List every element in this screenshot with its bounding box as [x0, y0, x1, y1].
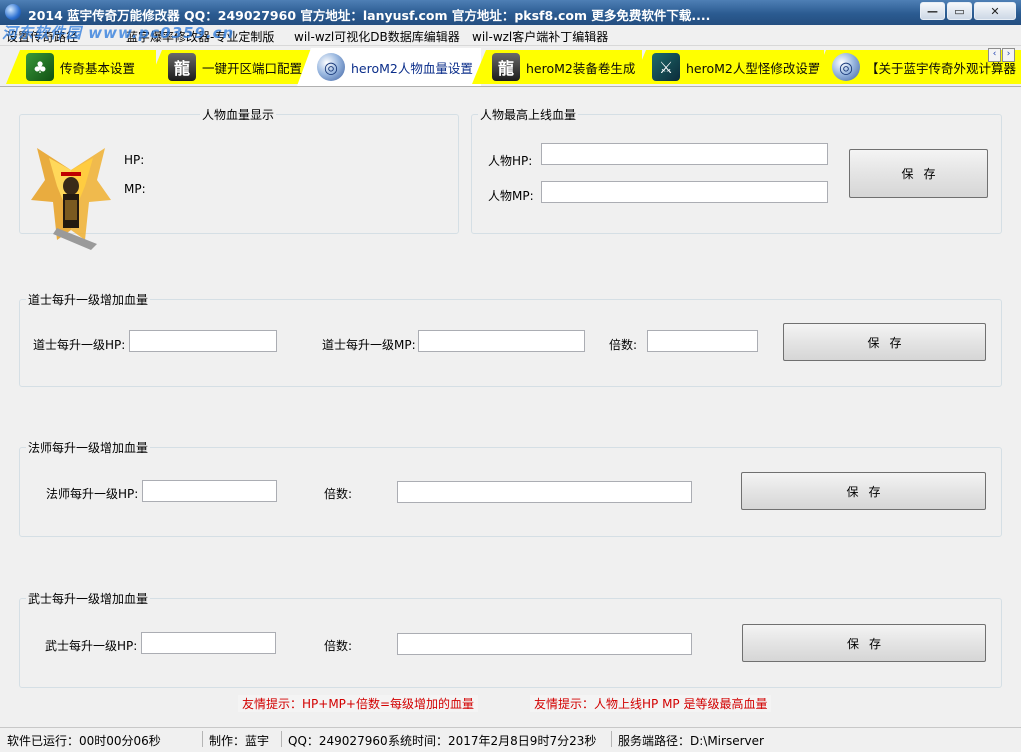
mage-group: 法师每升一级增加血量 法师每升一级HP: 倍数: 保存	[19, 439, 1002, 537]
warrior-mult-label: 倍数:	[324, 639, 353, 653]
tab-port-config[interactable]: 龍 一键开区端口配置	[148, 50, 316, 84]
status-divider	[281, 731, 282, 747]
save-mage-button[interactable]: 保存	[741, 472, 986, 510]
save-max-online-button[interactable]: 保存	[849, 149, 988, 198]
tab-strip: ♣ 传奇基本设置 龍 一键开区端口配置 ◎ heroM2人物血量设置 龍 her…	[0, 46, 1021, 87]
close-button[interactable]: ✕	[974, 2, 1016, 20]
taoist-hp-input[interactable]	[129, 330, 277, 352]
tab-label: heroM2装备卷生成	[526, 60, 636, 76]
group-title: 武士每升一级增加血量	[26, 590, 151, 607]
hp-display-label: HP:	[124, 153, 145, 167]
save-taoist-button[interactable]: 保存	[783, 323, 986, 361]
char-mp-input[interactable]	[541, 181, 828, 203]
tip-hp-formula: 友情提示：HP+MP+倍数=每级增加的血量	[238, 695, 479, 712]
group-title: 人物最高上线血量	[478, 106, 579, 123]
status-divider	[202, 731, 203, 747]
char-hp-label: 人物HP:	[488, 154, 533, 168]
status-runtime: 软件已运行：00时00分06秒	[7, 734, 161, 748]
taoist-hp-label: 道士每升一级HP:	[33, 338, 126, 352]
mage-mult-label: 倍数:	[324, 487, 353, 501]
tip-online-hp: 友情提示：人物上线HP MP 是等级最高血量	[530, 695, 772, 712]
tab-humanoid-monster[interactable]: ⚔ heroM2人型怪修改设置	[632, 50, 824, 84]
tab-hp-settings[interactable]: ◎ heroM2人物血量设置	[297, 48, 481, 86]
char-hp-input[interactable]	[541, 143, 828, 165]
status-qq: QQ：249027960	[288, 734, 388, 748]
tab-label: heroM2人型怪修改设置	[686, 60, 821, 76]
mage-hp-input[interactable]	[142, 480, 277, 502]
mp-display-label: MP:	[124, 182, 146, 196]
minimize-button[interactable]: —	[920, 2, 945, 20]
app-icon	[5, 4, 21, 20]
taoist-mult-label: 倍数:	[609, 338, 638, 352]
max-online-group: 人物最高上线血量 人物HP: 人物MP: 保存	[471, 106, 1002, 234]
menu-item-patch-editor[interactable]: wil-wzl客户端补丁编辑器	[472, 28, 608, 45]
warrior-group: 武士每升一级增加血量 武士每升一级HP: 倍数: 保存	[19, 590, 1002, 688]
maximize-button[interactable]: ▭	[947, 2, 972, 20]
tab-basic-settings[interactable]: ♣ 传奇基本设置	[6, 50, 156, 84]
character-sprite-image	[31, 148, 111, 250]
save-warrior-button[interactable]: 保存	[742, 624, 986, 662]
dragon-icon: 龍	[492, 53, 520, 81]
watermark-logo: 河东软件园 www.pc0359.cn	[2, 24, 235, 42]
tab-label: 传奇基本设置	[60, 60, 136, 76]
group-title: 人物血量显示	[200, 106, 277, 123]
warrior-mult-input[interactable]	[397, 633, 692, 655]
tab-equipment-scroll[interactable]: 龍 heroM2装备卷生成	[472, 50, 642, 84]
tab-scroll-buttons: ‹ ›	[988, 48, 1015, 62]
tree-icon: ♣	[26, 53, 54, 81]
status-system-time: 系统时间：2017年2月8日9时7分23秒	[388, 734, 597, 748]
tab-label: 一键开区端口配置	[202, 60, 303, 76]
char-mp-label: 人物MP:	[488, 189, 534, 203]
tab-scroll-left-icon[interactable]: ‹	[988, 48, 1001, 62]
orb-icon: ◎	[317, 53, 345, 81]
tab-label: heroM2人物血量设置	[351, 60, 473, 76]
taoist-group: 道士每升一级增加血量 道士每升一级HP: 道士每升一级MP: 倍数: 保存	[19, 291, 1002, 387]
warrior-hp-input[interactable]	[141, 632, 276, 654]
group-title: 道士每升一级增加血量	[26, 291, 151, 308]
menu-item-db-editor[interactable]: wil-wzl可视化DB数据库编辑器	[294, 28, 460, 45]
taoist-mp-label: 道士每升一级MP:	[322, 338, 416, 352]
group-title: 法师每升一级增加血量	[26, 439, 151, 456]
status-server-path: 服务端路径：D:\Mirserver	[618, 734, 764, 748]
taoist-mult-input[interactable]	[647, 330, 758, 352]
sword-icon: ⚔	[652, 53, 680, 81]
taoist-mp-input[interactable]	[418, 330, 585, 352]
tab-scroll-right-icon[interactable]: ›	[1002, 48, 1015, 62]
warrior-hp-label: 武士每升一级HP:	[45, 639, 138, 653]
status-divider	[611, 731, 612, 747]
hp-display-group: 人物血量显示 HP: MP:	[19, 106, 459, 250]
tab-content-panel: 人物血量显示 HP: MP: 人物最高上线血量 人物HP: 人物MP: 保存 道…	[2, 87, 1018, 721]
mage-hp-label: 法师每升一级HP:	[46, 487, 139, 501]
window-controls: — ▭ ✕	[920, 2, 1016, 20]
app-window: 2014 蓝宇传奇万能修改器 QQ：249027960 官方地址：lanyusf…	[0, 0, 1021, 752]
status-author: 制作：蓝宇	[209, 734, 270, 748]
dragon-icon: 龍	[168, 53, 196, 81]
status-bar: 软件已运行：00时00分06秒 制作：蓝宇 QQ：249027960 系统时间：…	[0, 727, 1021, 752]
mage-mult-input[interactable]	[397, 481, 692, 503]
orb-icon: ◎	[832, 53, 860, 81]
